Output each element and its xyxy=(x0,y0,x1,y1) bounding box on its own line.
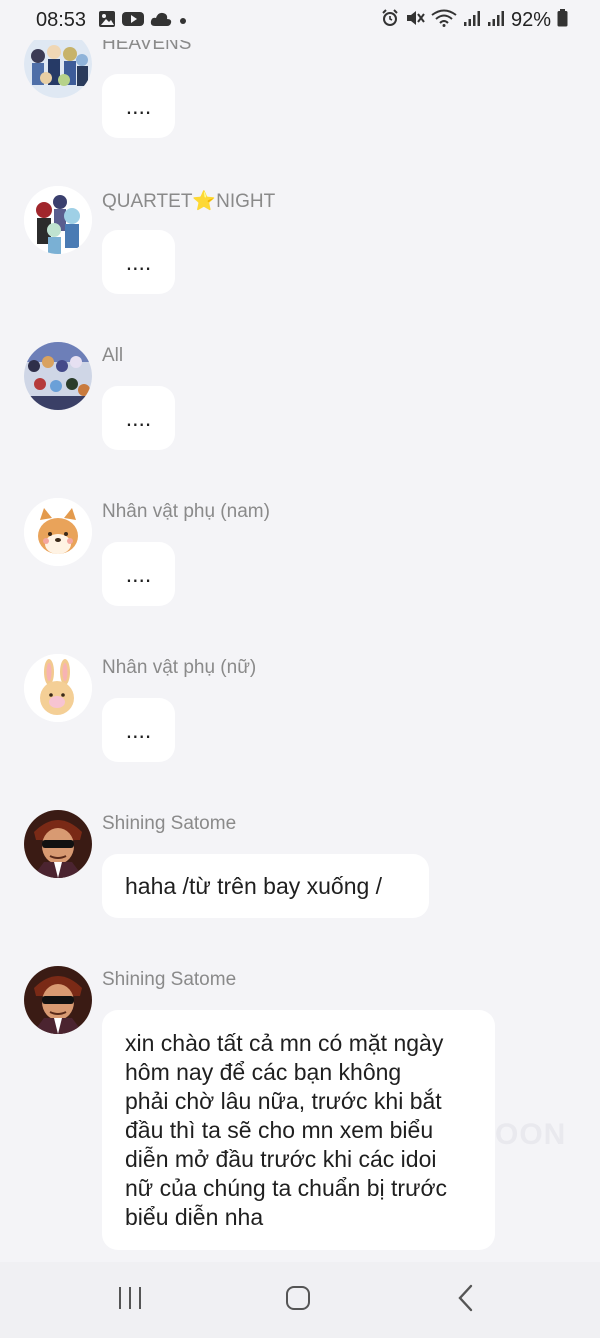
group-avatar-quartet-night[interactable] xyxy=(24,186,92,254)
message-bubble[interactable]: haha /từ trên bay xuống / xyxy=(102,854,429,918)
message-bubble[interactable]: .... xyxy=(102,542,175,606)
sender-name: QUARTET⭐NIGHT xyxy=(102,191,276,212)
message-line: biểu diễn nha xyxy=(125,1204,264,1230)
message-line: phải chờ lâu nữa, trước khi bắt xyxy=(125,1088,442,1114)
signal-icon xyxy=(487,9,505,32)
message-bubble[interactable]: .... xyxy=(102,230,175,294)
status-time: 08:53 xyxy=(36,9,87,31)
sender-name: Shining Satome xyxy=(102,969,237,990)
message-bubble[interactable]: .... xyxy=(102,698,175,762)
gallery-icon xyxy=(98,10,116,33)
sender-name: Shining Satome xyxy=(102,813,237,834)
navigation-bar xyxy=(0,1262,600,1338)
sender-name: Nhân vật phụ (nam) xyxy=(102,501,270,522)
sender-name: All xyxy=(102,345,124,366)
dot-icon xyxy=(178,13,188,31)
battery-icon xyxy=(557,9,568,32)
status-bar: 08:53 92% xyxy=(0,0,600,40)
home-icon xyxy=(285,1285,311,1316)
sender-name: Nhân vật phụ (nữ) xyxy=(102,657,257,678)
message-line: nữ của chúng ta chuẩn bị trước xyxy=(125,1175,448,1201)
mute-icon xyxy=(405,9,425,32)
chat-message-list[interactable]: HEAVENS .... QUARTET⭐NIGHT .... All ....… xyxy=(0,0,600,1262)
youtube-icon xyxy=(122,10,144,33)
shiba-dog-avatar[interactable] xyxy=(24,498,92,566)
bunny-avatar[interactable] xyxy=(24,654,92,722)
recents-icon xyxy=(117,1286,143,1315)
group-avatar-heavens[interactable] xyxy=(24,30,92,98)
message-line: hôm nay để các bạn không xyxy=(125,1059,402,1085)
wifi-icon xyxy=(431,9,457,32)
recents-button[interactable] xyxy=(110,1284,150,1316)
back-button[interactable] xyxy=(446,1284,486,1316)
message-bubble[interactable]: .... xyxy=(102,74,175,138)
message-line: xin chào tất cả mn có mặt ngày xyxy=(125,1030,444,1056)
group-avatar-all[interactable] xyxy=(24,342,92,410)
system-status: 92% xyxy=(381,9,568,32)
sunglasses-man-avatar[interactable] xyxy=(24,966,92,1034)
message-line: diễn mở đầu trước khi các idoi xyxy=(125,1146,437,1172)
home-button[interactable] xyxy=(278,1284,318,1316)
message-line: đầu thì ta sẽ cho mn xem biểu xyxy=(125,1117,434,1143)
cloud-icon xyxy=(150,11,172,32)
message-bubble[interactable]: .... xyxy=(102,386,175,450)
back-icon xyxy=(457,1284,475,1317)
battery-percent: 92% xyxy=(510,9,551,31)
notification-icons xyxy=(98,10,188,33)
alarm-icon xyxy=(381,9,399,32)
signal-icon xyxy=(463,9,481,32)
message-bubble[interactable]: xin chào tất cả mn có mặt ngày hôm nay đ… xyxy=(102,1010,495,1250)
sunglasses-man-avatar[interactable] xyxy=(24,810,92,878)
watermark: OON xyxy=(495,1118,567,1151)
